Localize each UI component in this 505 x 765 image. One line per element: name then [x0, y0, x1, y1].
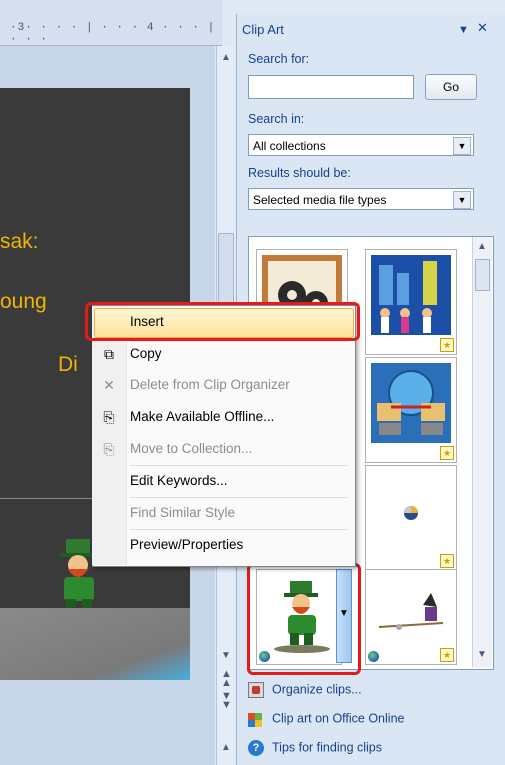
go-button[interactable]: Go [425, 74, 477, 100]
results-scroll-down-icon[interactable]: ▼ [477, 649, 487, 660]
results-scroll-thumb[interactable] [475, 259, 490, 291]
next-slide-icon[interactable]: ▼ ▼ [221, 691, 232, 711]
menu-item-label: Make Available Offline... [130, 409, 275, 424]
chevron-down-icon[interactable]: ▼ [453, 191, 471, 209]
scroll-up-arrow-icon[interactable]: ▲ [221, 52, 231, 63]
menu-item-copy[interactable]: Copy [130, 346, 162, 361]
chevron-down-icon[interactable]: ▼ [453, 137, 471, 155]
menu-separator [130, 341, 348, 342]
clip-thumbnail-business[interactable]: ★ [365, 249, 457, 355]
results-scrollbar[interactable]: ▲ ▼ [472, 237, 492, 667]
pie-chart-image [404, 506, 418, 520]
copy-icon: ⧉ [104, 346, 114, 362]
menu-item-label: Move to Collection... [130, 441, 253, 456]
clip-art-online-link[interactable]: Clip art on Office Online [248, 711, 404, 727]
tips-link[interactable]: ? Tips for finding clips [248, 740, 382, 756]
menu-item-preview-properties[interactable]: Preview/Properties [130, 537, 243, 552]
leprechaun-image [274, 581, 330, 653]
menu-item-label: Insert [130, 314, 164, 329]
clip-art-online-label: Clip art on Office Online [272, 711, 405, 726]
horizontal-ruler: ·3· · · · | · · · 4 · · · | · · · [0, 0, 222, 46]
menu-item-label: Copy [130, 346, 162, 361]
organizer-icon [248, 682, 264, 698]
clip-thumbnail-pie[interactable]: ★ [365, 465, 457, 571]
office-online-icon [248, 711, 264, 727]
menu-item-make-available-offline[interactable]: Make Available Offline... [130, 409, 274, 424]
menu-item-move-to-collection: Move to Collection... [130, 441, 252, 456]
pane-options-dropdown-icon[interactable]: ▼ [458, 24, 469, 36]
menu-item-insert[interactable]: Insert [130, 314, 164, 329]
search-for-label: Search for: [248, 52, 310, 66]
new-clip-star-icon: ★ [440, 648, 454, 662]
media-type-value: Selected media file types [253, 193, 387, 207]
delete-icon: ✕ [103, 377, 115, 393]
close-pane-icon[interactable]: ✕ [477, 20, 488, 36]
menu-item-find-similar-style: Find Similar Style [130, 505, 235, 520]
results-label: Results should be: [248, 166, 351, 180]
new-clip-star-icon: ★ [440, 338, 454, 352]
help-icon: ? [248, 740, 264, 756]
move-icon: ⎘ [103, 441, 115, 457]
search-input[interactable] [248, 75, 414, 99]
menu-item-delete: Delete from Clip Organizer [130, 377, 290, 392]
scroll-down-arrow-icon[interactable]: ▼ [221, 650, 231, 661]
networked-computers-image [371, 363, 451, 443]
online-clip-globe-icon [259, 651, 270, 662]
organize-clips-link[interactable]: Organize clips... [248, 682, 362, 698]
slide-decoration [0, 608, 190, 680]
menu-item-label: Delete from Clip Organizer [130, 377, 290, 392]
ruler-marks: ·3· · · · | · · · 4 · · · | · · · [10, 22, 216, 46]
slide-text-2: oung [0, 290, 47, 313]
results-scroll-up-icon[interactable]: ▲ [477, 241, 487, 252]
clip-thumbnail-leprechaun[interactable] [256, 569, 342, 665]
menu-separator [130, 529, 348, 530]
clip-dropdown-button[interactable]: ▼ [336, 569, 352, 663]
pane-scroll-up-icon[interactable]: ▲ [221, 742, 231, 753]
clip-thumbnail-computers[interactable]: ★ [365, 357, 457, 463]
business-people-image [371, 255, 451, 335]
menu-item-label: Find Similar Style [130, 505, 236, 520]
menu-separator [130, 465, 348, 466]
pane-title: Clip Art [242, 22, 284, 37]
menu-item-label: Preview/Properties [130, 537, 244, 552]
menu-separator [130, 497, 348, 498]
menu-items: Insert ⧉ Copy ✕ Delete from Clip Organiz… [92, 305, 354, 565]
new-clip-star-icon: ★ [440, 446, 454, 460]
search-in-select[interactable]: All collections ▼ [248, 134, 474, 156]
menu-item-edit-keywords[interactable]: Edit Keywords... [130, 473, 228, 488]
organize-clips-label: Organize clips... [272, 682, 362, 697]
menu-item-label: Edit Keywords... [130, 473, 228, 488]
search-in-label: Search in: [248, 112, 305, 126]
tips-label: Tips for finding clips [272, 740, 382, 755]
chevron-down-icon: ▼ [339, 608, 349, 619]
slide-text-1: sak: [0, 230, 39, 253]
online-clip-globe-icon [368, 651, 379, 662]
search-in-value: All collections [253, 139, 326, 153]
new-clip-star-icon: ★ [440, 554, 454, 568]
witch-on-broom-image [378, 593, 444, 630]
media-type-select[interactable]: Selected media file types ▼ [248, 188, 474, 210]
previous-slide-icon[interactable]: ▲ ▲ [221, 669, 232, 689]
offline-icon: ⎘ [103, 409, 115, 425]
clip-thumbnail-witch[interactable]: ★ [365, 569, 457, 665]
slide-text-3: Di [58, 353, 78, 376]
